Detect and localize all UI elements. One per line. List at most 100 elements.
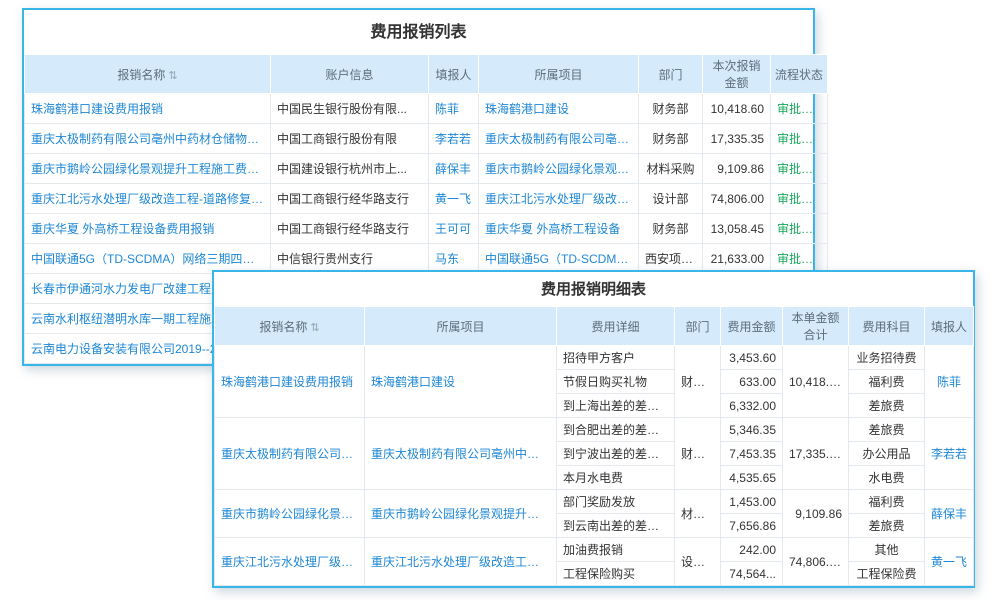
report-name-link[interactable]: 珠海鹤港口建设费用报销 xyxy=(215,346,365,418)
status-badge[interactable]: 审批通过 xyxy=(771,244,828,274)
dept-cell: 财务部 xyxy=(639,94,703,124)
column-header: 部门 xyxy=(639,55,703,94)
report-name-link[interactable]: 重庆市鹅岭公园绿化景观提升工程施工费用报销 xyxy=(25,154,271,184)
expense-category-cell: 差旅费 xyxy=(849,514,925,538)
expense-detail-table: 报销名称⇅所属项目费用详细部门费用金额本单金额合计费用科目填报人 珠海鹤港口建设… xyxy=(214,306,974,586)
filler-link[interactable]: 陈菲 xyxy=(925,346,974,418)
filler-link[interactable]: 黄一飞 xyxy=(429,184,479,214)
expense-amount-cell: 74,564... xyxy=(721,562,783,586)
expense-detail-cell: 到上海出差的差旅费 xyxy=(557,394,675,418)
report-name-link[interactable]: 重庆太极制药有限公司亳州中药材... xyxy=(215,418,365,490)
column-header: 所属项目 xyxy=(365,307,557,346)
expense-detail-cell: 本月水电费 xyxy=(557,466,675,490)
column-header: 所属项目 xyxy=(479,55,639,94)
dept-cell: 设计部 xyxy=(675,538,721,586)
expense-category-cell: 业务招待费 xyxy=(849,346,925,370)
project-link[interactable]: 重庆江北污水处理厂级改造工... xyxy=(479,184,639,214)
expense-category-cell: 福利费 xyxy=(849,490,925,514)
sort-icon[interactable]: ⇅ xyxy=(168,70,177,82)
project-link[interactable]: 重庆市鹅岭公园绿化景观提升... xyxy=(479,154,639,184)
table-row: 重庆太极制药有限公司亳州中药材仓储物流基地项...中国工商银行股份有限李若若重庆… xyxy=(25,124,828,154)
filler-link[interactable]: 薛保丰 xyxy=(429,154,479,184)
account-info: 中国建设银行杭州市上... xyxy=(271,154,429,184)
amount-cell: 9,109.86 xyxy=(703,154,771,184)
expense-category-cell: 水电费 xyxy=(849,466,925,490)
dept-cell: 财务部 xyxy=(639,124,703,154)
filler-link[interactable]: 李若若 xyxy=(925,418,974,490)
report-name-link[interactable]: 珠海鹤港口建设费用报销 xyxy=(25,94,271,124)
amount-cell: 74,806.00 xyxy=(703,184,771,214)
column-header: 部门 xyxy=(675,307,721,346)
filler-link[interactable]: 李若若 xyxy=(429,124,479,154)
project-link[interactable]: 珠海鹤港口建设 xyxy=(365,346,557,418)
report-name-link[interactable]: 重庆江北污水处理厂级改造工程-... xyxy=(215,538,365,586)
project-link[interactable]: 重庆市鹅岭公园绿化景观提升工程施工 xyxy=(365,490,557,538)
report-name-link[interactable]: 中国联通5G（TD-SCDMA）网络三期四川工程费... xyxy=(25,244,271,274)
column-header[interactable]: 报销名称⇅ xyxy=(215,307,365,346)
project-link[interactable]: 珠海鹤港口建设 xyxy=(479,94,639,124)
column-header: 本次报销金额 xyxy=(703,55,771,94)
dept-cell: 材料采购 xyxy=(639,154,703,184)
filler-link[interactable]: 王可可 xyxy=(429,214,479,244)
expense-amount-cell: 3,453.60 xyxy=(721,346,783,370)
expense-category-cell: 福利费 xyxy=(849,370,925,394)
filler-link[interactable]: 陈菲 xyxy=(429,94,479,124)
status-badge[interactable]: 审批通过 xyxy=(771,124,828,154)
dept-cell: 财务部 xyxy=(675,346,721,418)
amount-cell: 10,418.60 xyxy=(703,94,771,124)
expense-detail-cell: 部门奖励发放 xyxy=(557,490,675,514)
report-name-link[interactable]: 重庆江北污水处理厂级改造工程-道路修复工程费用... xyxy=(25,184,271,214)
status-badge[interactable]: 审批通过 xyxy=(771,154,828,184)
status-badge[interactable]: 审批通过 xyxy=(771,94,828,124)
table-row: 珠海鹤港口建设费用报销中国民生银行股份有限...陈菲珠海鹤港口建设财务部10,4… xyxy=(25,94,828,124)
total-amount-cell: 10,418.60 xyxy=(783,346,849,418)
amount-cell: 21,633.00 xyxy=(703,244,771,274)
project-link[interactable]: 重庆华夏 外高桥工程设备 xyxy=(479,214,639,244)
list-table-title: 费用报销列表 xyxy=(24,10,813,54)
detail-row: 重庆江北污水处理厂级改造工程-...重庆江北污水处理厂级改造工程-道路修复工加油… xyxy=(215,538,974,562)
status-badge[interactable]: 审批通过 xyxy=(771,184,828,214)
account-info: 中国民生银行股份有限... xyxy=(271,94,429,124)
expense-detail-cell: 加油费报销 xyxy=(557,538,675,562)
expense-detail-cell: 到宁波出差的差旅费 xyxy=(557,442,675,466)
report-name-link[interactable]: 重庆华夏 外高桥工程设备费用报销 xyxy=(25,214,271,244)
status-badge[interactable]: 审批通过 xyxy=(771,214,828,244)
account-info: 中国工商银行经华路支行 xyxy=(271,214,429,244)
expense-amount-cell: 7,453.35 xyxy=(721,442,783,466)
amount-cell: 17,335.35 xyxy=(703,124,771,154)
sort-icon[interactable]: ⇅ xyxy=(310,322,319,334)
column-header: 填报人 xyxy=(925,307,974,346)
project-link[interactable]: 中国联通5G（TD-SCDMA）网... xyxy=(479,244,639,274)
expense-category-cell: 工程保险费 xyxy=(849,562,925,586)
dept-cell: 西安项目部 xyxy=(639,244,703,274)
column-header: 流程状态 xyxy=(771,55,828,94)
expense-detail-cell: 节假日购买礼物 xyxy=(557,370,675,394)
dept-cell: 财务部 xyxy=(675,418,721,490)
account-info: 中国工商银行经华路支行 xyxy=(271,184,429,214)
column-header[interactable]: 报销名称⇅ xyxy=(25,55,271,94)
project-link[interactable]: 重庆太极制药有限公司亳州中... xyxy=(479,124,639,154)
column-header: 费用详细 xyxy=(557,307,675,346)
expense-amount-cell: 5,346.35 xyxy=(721,418,783,442)
total-amount-cell: 17,335.35 xyxy=(783,418,849,490)
report-name-link[interactable]: 重庆市鹅岭公园绿化景观提升工程... xyxy=(215,490,365,538)
column-header: 本单金额合计 xyxy=(783,307,849,346)
expense-detail-window: 费用报销明细表 报销名称⇅所属项目费用详细部门费用金额本单金额合计费用科目填报人… xyxy=(212,270,975,588)
expense-amount-cell: 1,453.00 xyxy=(721,490,783,514)
project-link[interactable]: 重庆太极制药有限公司亳州中药材仓储物流... xyxy=(365,418,557,490)
filler-link[interactable]: 黄一飞 xyxy=(925,538,974,586)
expense-detail-cell: 招待甲方客户 xyxy=(557,346,675,370)
table-row: 重庆江北污水处理厂级改造工程-道路修复工程费用...中国工商银行经华路支行黄一飞… xyxy=(25,184,828,214)
detail-table-body: 珠海鹤港口建设费用报销珠海鹤港口建设招待甲方客户财务部3,453.6010,41… xyxy=(215,346,974,586)
column-header: 填报人 xyxy=(429,55,479,94)
total-amount-cell: 9,109.86 xyxy=(783,490,849,538)
project-link[interactable]: 重庆江北污水处理厂级改造工程-道路修复工 xyxy=(365,538,557,586)
filler-link[interactable]: 薛保丰 xyxy=(925,490,974,538)
detail-row: 珠海鹤港口建设费用报销珠海鹤港口建设招待甲方客户财务部3,453.6010,41… xyxy=(215,346,974,370)
dept-cell: 财务部 xyxy=(639,214,703,244)
report-name-link[interactable]: 重庆太极制药有限公司亳州中药材仓储物流基地项... xyxy=(25,124,271,154)
filler-link[interactable]: 马东 xyxy=(429,244,479,274)
dept-cell: 材料... xyxy=(675,490,721,538)
amount-cell: 13,058.45 xyxy=(703,214,771,244)
expense-category-cell: 差旅费 xyxy=(849,418,925,442)
